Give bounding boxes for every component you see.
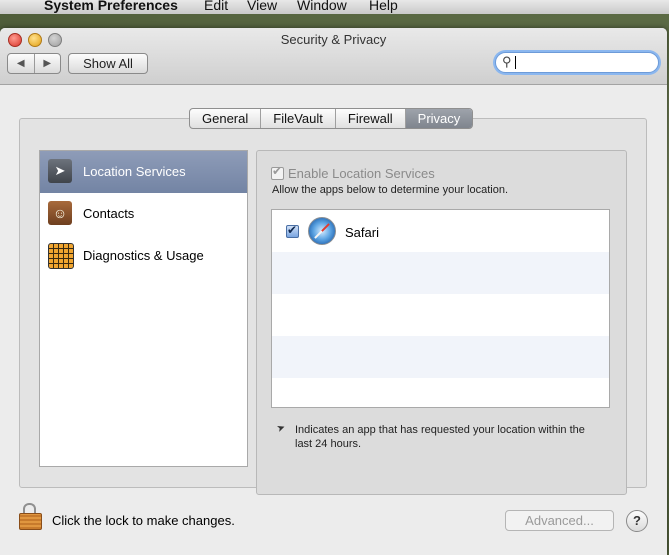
contacts-book-icon: ☺ [48,201,72,225]
preferences-window: Security & Privacy ◀ ▶ Show All ⚲ Genera… [0,28,667,555]
menu-edit[interactable]: Edit [204,0,228,13]
app-safari-checkbox[interactable] [286,223,299,238]
sidebar-item-label: Diagnostics & Usage [83,248,204,263]
sidebar-item-location-services[interactable]: ➤ Location Services [40,151,247,193]
sidebar-item-diagnostics[interactable]: Diagnostics & Usage [40,235,247,277]
list-item-empty [272,378,609,407]
app-row-safari[interactable]: Safari [272,210,609,252]
menu-help[interactable]: Help [369,0,398,13]
sidebar-item-label: Location Services [83,164,186,179]
menu-bar: System Preferences Edit View Window Help [0,0,669,14]
enable-location-checkbox[interactable] [271,164,284,181]
location-arrow-icon: ➤ [48,159,72,183]
back-arrow-icon[interactable]: ◀ [8,54,34,73]
list-item-empty [272,294,609,336]
menu-app-name[interactable]: System Preferences [44,0,178,13]
forward-arrow-icon[interactable]: ▶ [33,54,61,73]
lock-icon[interactable] [19,503,42,530]
app-list: Safari [271,209,610,408]
back-forward-control: ◀ ▶ [7,53,61,74]
privacy-category-list: ➤ Location Services ☺ Contacts Diagnosti… [39,150,248,467]
list-item-empty [272,252,609,294]
sidebar-item-label: Contacts [83,206,135,221]
tab-filevault[interactable]: FileVault [260,109,335,128]
tab-bar: General FileVault Firewall Privacy [189,108,474,129]
search-icon: ⚲ [502,54,512,69]
lock-instruction: Click the lock to make changes. [52,513,235,528]
search-field[interactable]: ⚲ [495,52,659,73]
advanced-button[interactable]: Advanced... [505,510,614,531]
tab-privacy[interactable]: Privacy [404,109,473,128]
sidebar-item-contacts[interactable]: ☺ Contacts [40,193,247,235]
window-title: Security & Privacy [280,32,387,47]
enable-location-label: Enable Location Services [288,166,435,182]
enable-location-services-row: Enable Location Services [271,164,435,182]
location-request-note: Indicates an app that has requested your… [295,424,585,450]
help-button[interactable]: ? [626,510,648,532]
title-bar: Security & Privacy ◀ ▶ Show All ⚲ [0,28,667,85]
allow-apps-description: Allow the apps below to determine your l… [272,184,509,196]
diagnostics-grid-icon [48,243,74,269]
tab-general[interactable]: General [190,109,260,128]
list-item-empty [272,336,609,378]
safari-compass-icon [308,217,336,245]
menu-window[interactable]: Window [297,0,347,13]
text-cursor [515,56,516,69]
show-all-button[interactable]: Show All [68,53,148,74]
menu-view[interactable]: View [247,0,277,13]
lock-body [19,513,42,530]
tab-firewall[interactable]: Firewall [334,109,405,128]
app-name: Safari [345,225,379,240]
